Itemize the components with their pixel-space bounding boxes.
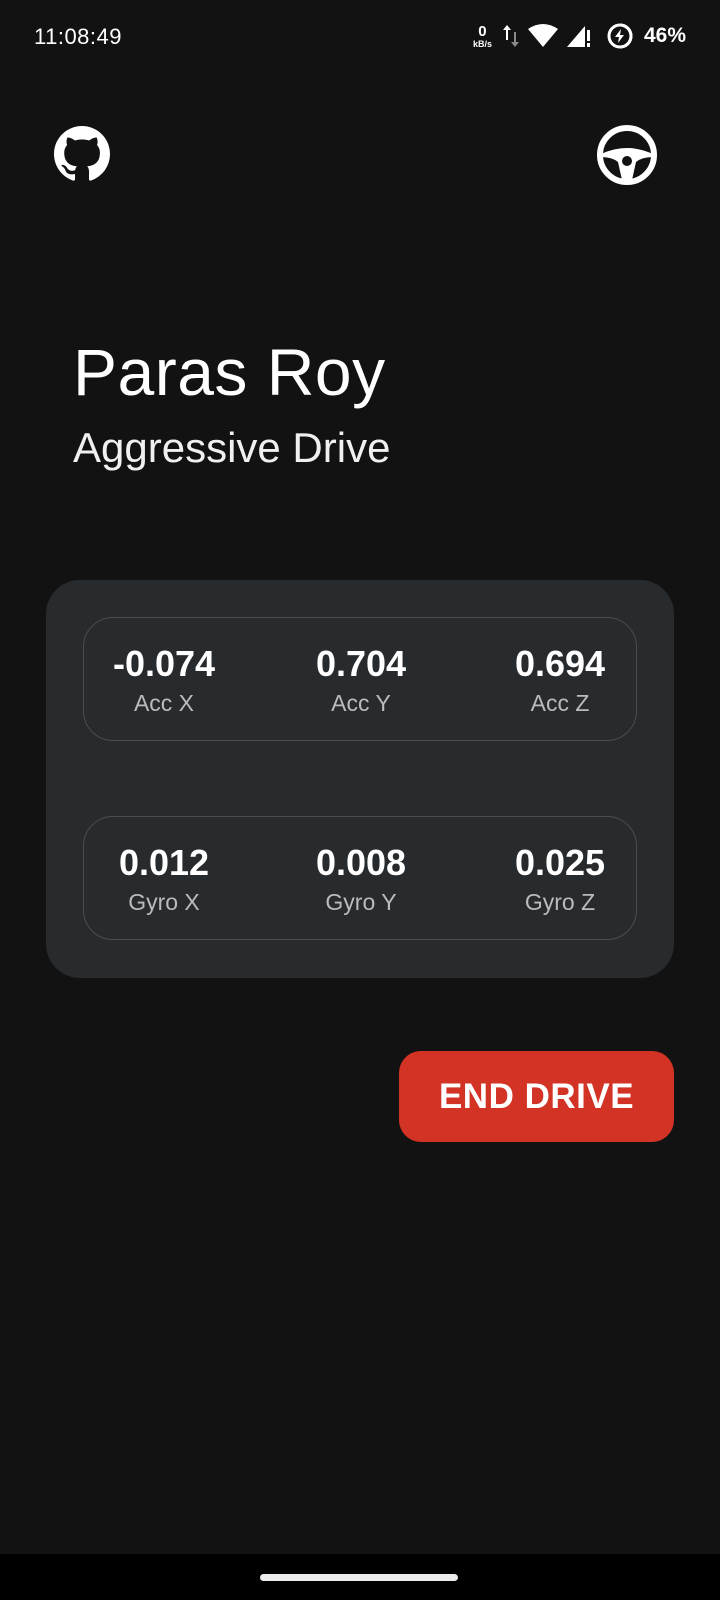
network-speed-unit: kB/s bbox=[472, 38, 492, 49]
cellular-signal-icon bbox=[566, 26, 590, 47]
driver-name: Paras Roy bbox=[73, 335, 386, 409]
gyroscope-group: 0.012 Gyro X 0.008 Gyro Y 0.025 Gyro Z bbox=[83, 816, 637, 940]
gyro-y-reading: 0.008 Gyro Y bbox=[281, 843, 441, 917]
end-drive-button[interactable]: END DRIVE bbox=[399, 1051, 674, 1142]
acc-z-value: 0.694 bbox=[514, 643, 606, 684]
network-speed: 0 kB/s bbox=[473, 24, 492, 49]
accelerometer-group: -0.074 Acc X 0.704 Acc Y 0.694 Acc Z bbox=[83, 617, 637, 741]
battery-percent: 46% bbox=[643, 24, 686, 47]
gyro-x-value: 0.012 bbox=[118, 842, 210, 883]
navigation-bar bbox=[0, 1554, 720, 1600]
data-transfer-icon bbox=[502, 25, 519, 47]
acc-z-label: Acc Z bbox=[530, 690, 590, 716]
acc-y-label: Acc Y bbox=[331, 690, 391, 716]
acc-y-reading: 0.704 Acc Y bbox=[281, 644, 441, 718]
status-bar: 11:08:49 0 kB/s 46% bbox=[0, 0, 720, 76]
status-icons: 0 kB/s 46% bbox=[473, 20, 686, 52]
gyro-x-label: Gyro X bbox=[128, 889, 200, 915]
battery-charging-icon bbox=[607, 23, 633, 49]
gyro-x-reading: 0.012 Gyro X bbox=[84, 843, 244, 917]
acc-x-label: Acc X bbox=[133, 690, 195, 716]
network-speed-value: 0 bbox=[478, 22, 487, 40]
gyro-z-label: Gyro Z bbox=[524, 889, 596, 915]
acc-x-value: -0.074 bbox=[112, 643, 216, 684]
home-indicator[interactable] bbox=[260, 1574, 458, 1581]
acc-x-reading: -0.074 Acc X bbox=[84, 644, 244, 718]
gyro-z-value: 0.025 bbox=[514, 842, 606, 883]
wifi-icon bbox=[527, 24, 558, 47]
status-time: 11:08:49 bbox=[34, 24, 123, 49]
acc-z-reading: 0.694 Acc Z bbox=[480, 644, 640, 718]
gyro-y-label: Gyro Y bbox=[325, 889, 397, 915]
drive-type: Aggressive Drive bbox=[73, 424, 391, 471]
acc-y-value: 0.704 bbox=[315, 643, 407, 684]
sensor-card: -0.074 Acc X 0.704 Acc Y 0.694 Acc Z 0.0… bbox=[46, 580, 674, 978]
github-icon[interactable] bbox=[54, 126, 110, 182]
steering-wheel-icon[interactable] bbox=[596, 124, 658, 186]
gyro-z-reading: 0.025 Gyro Z bbox=[480, 843, 640, 917]
gyro-y-value: 0.008 bbox=[315, 842, 407, 883]
